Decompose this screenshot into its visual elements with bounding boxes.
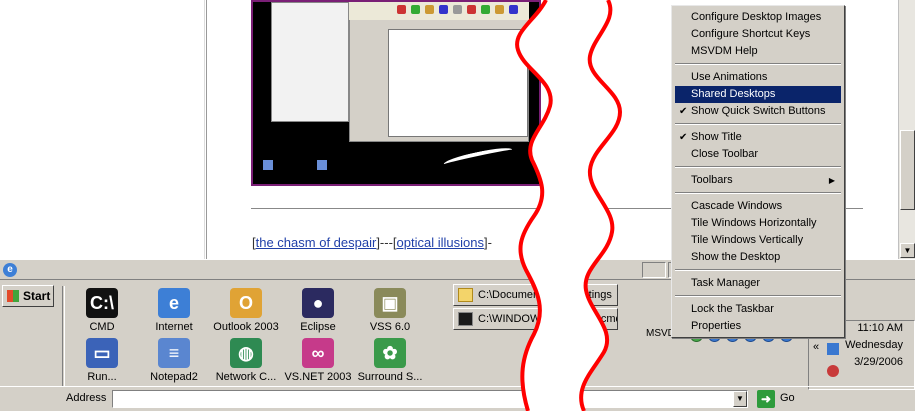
address-toolbar: Address ▼ ➜ Go — [0, 386, 915, 411]
scroll-down-arrow-icon[interactable]: ▼ — [900, 243, 915, 258]
ie-page-icon: e — [3, 263, 17, 277]
go-arrow-icon[interactable]: ➜ — [757, 390, 775, 408]
taskbar-context-menu: Configure Desktop Images Configure Shortc… — [671, 5, 845, 338]
scrollbar-thumb[interactable] — [900, 130, 915, 210]
task-button-documents[interactable]: C:\Documents and Settings — [453, 284, 618, 306]
start-button[interactable]: Start — [2, 285, 54, 307]
menu-item-msvdm-help[interactable]: MSVDM Help — [675, 43, 841, 60]
menu-item-lock-the-taskbar[interactable]: Lock the Taskbar — [675, 301, 841, 318]
quick-launch-label: Run... — [87, 371, 117, 383]
menu-separator — [675, 295, 841, 297]
embedded-screenshot — [251, 0, 541, 186]
menu-item-properties[interactable]: Properties — [675, 318, 841, 335]
tray-clock[interactable]: 11:10 AM Wednesday 3/29/2006 — [845, 320, 903, 371]
folder-icon — [458, 288, 473, 302]
menu-item-configure-shortcut-keys[interactable]: Configure Shortcut Keys — [675, 26, 841, 43]
windows-flag-icon — [7, 290, 19, 302]
toolbar-separator — [62, 286, 65, 386]
quick-launch-4[interactable]: ● Eclipse — [282, 288, 354, 333]
left-pane — [0, 0, 207, 259]
address-input[interactable] — [112, 390, 748, 408]
menu-item-show-the-desktop[interactable]: Show the Desktop — [675, 249, 841, 266]
menu-item-shared-desktops[interactable]: Shared Desktops — [675, 86, 841, 103]
icon-toolbar-thumbnail — [349, 2, 529, 20]
internet-explorer-icon: e — [158, 288, 190, 318]
vertical-scrollbar[interactable]: ▼ — [898, 0, 915, 259]
quick-launch-3[interactable]: O Outlook 2003 — [210, 288, 282, 333]
quick-launch-9[interactable]: ∞ VS.NET 2003 — [282, 338, 354, 383]
notepad-icon: ≡ — [158, 338, 190, 368]
menu-separator — [675, 192, 841, 194]
run-icon: ▭ — [86, 338, 118, 368]
status-cell — [642, 262, 666, 278]
quick-launch-label: VSS 6.0 — [369, 321, 411, 333]
tray-collapse-chevron-icon[interactable]: « — [813, 341, 819, 353]
go-button[interactable]: Go — [780, 392, 795, 404]
mcafee-icon[interactable] — [827, 343, 839, 355]
menu-item-show-quick-switch-buttons[interactable]: ✔ Show Quick Switch Buttons — [675, 103, 841, 120]
address-dropdown-icon[interactable]: ▼ — [733, 391, 747, 407]
quick-launch-8[interactable]: ◍ Network C... — [210, 338, 282, 383]
quick-launch-label: Internet — [155, 321, 193, 333]
checkmark-icon: ✔ — [679, 132, 688, 143]
menu-item-configure-desktop-images[interactable]: Configure Desktop Images — [675, 9, 841, 26]
network-warning-icon[interactable] — [827, 365, 839, 377]
editor-window-thumbnail — [349, 2, 529, 142]
quick-launch-label: Network C... — [215, 371, 277, 383]
chasm-link[interactable]: the chasm of despair — [256, 235, 377, 250]
menu-separator — [675, 269, 841, 271]
eclipse-icon: ● — [302, 288, 334, 318]
console-icon — [458, 312, 473, 326]
vss-vault-icon: ▣ — [374, 288, 406, 318]
quick-launch-label: Outlook 2003 — [213, 321, 279, 333]
menu-item-close-toolbar[interactable]: Close Toolbar — [675, 146, 841, 163]
menu-item-use-animations[interactable]: Use Animations — [675, 69, 841, 86]
menu-item-show-title[interactable]: ✔ Show Title — [675, 129, 841, 146]
surround-scm-icon: ✿ — [374, 338, 406, 368]
quick-launch-label: CMD — [89, 321, 115, 333]
menu-item-toolbars[interactable]: Toolbars ▶ — [675, 172, 841, 189]
explorer-window-thumbnail — [271, 2, 349, 122]
menu-item-task-manager[interactable]: Task Manager — [675, 275, 841, 292]
optical-illusions-link[interactable]: optical illusions — [397, 235, 484, 250]
task-button-cmd[interactable]: C:\WINDOWS\system32\cmd.exe — [453, 308, 618, 330]
menu-item-tile-windows-vertically[interactable]: Tile Windows Vertically — [675, 232, 841, 249]
quick-launch-1[interactable]: C:\ CMD — [66, 288, 138, 333]
footer-links: [the chasm of despair]---[optical illusi… — [252, 235, 492, 250]
quick-launch-label: Notepad2 — [150, 371, 198, 383]
menu-item-tile-windows-horizontally[interactable]: Tile Windows Horizontally — [675, 215, 841, 232]
menu-separator — [675, 166, 841, 168]
submenu-arrow-icon: ▶ — [828, 176, 835, 185]
quick-launch-5[interactable]: ▣ VSS 6.0 — [354, 288, 426, 333]
quick-launch-10[interactable]: ✿ Surround S... — [354, 338, 426, 383]
menu-separator — [675, 63, 841, 65]
quick-launch-label: VS.NET 2003 — [284, 371, 352, 383]
visual-studio-icon: ∞ — [302, 338, 334, 368]
outlook-icon: O — [230, 288, 262, 318]
network-connections-icon: ◍ — [230, 338, 262, 368]
quick-launch-7[interactable]: ≡ Notepad2 — [138, 338, 210, 383]
cmd-icon: C:\ — [86, 288, 118, 318]
quick-launch-6[interactable]: ▭ Run... — [66, 338, 138, 383]
menu-separator — [675, 123, 841, 125]
quick-launch-label: Surround S... — [357, 371, 423, 383]
menu-item-cascade-windows[interactable]: Cascade Windows — [675, 198, 841, 215]
checkmark-icon: ✔ — [679, 106, 688, 117]
quick-launch-2[interactable]: e Internet — [138, 288, 210, 333]
quick-launch-label: Eclipse — [300, 321, 336, 333]
